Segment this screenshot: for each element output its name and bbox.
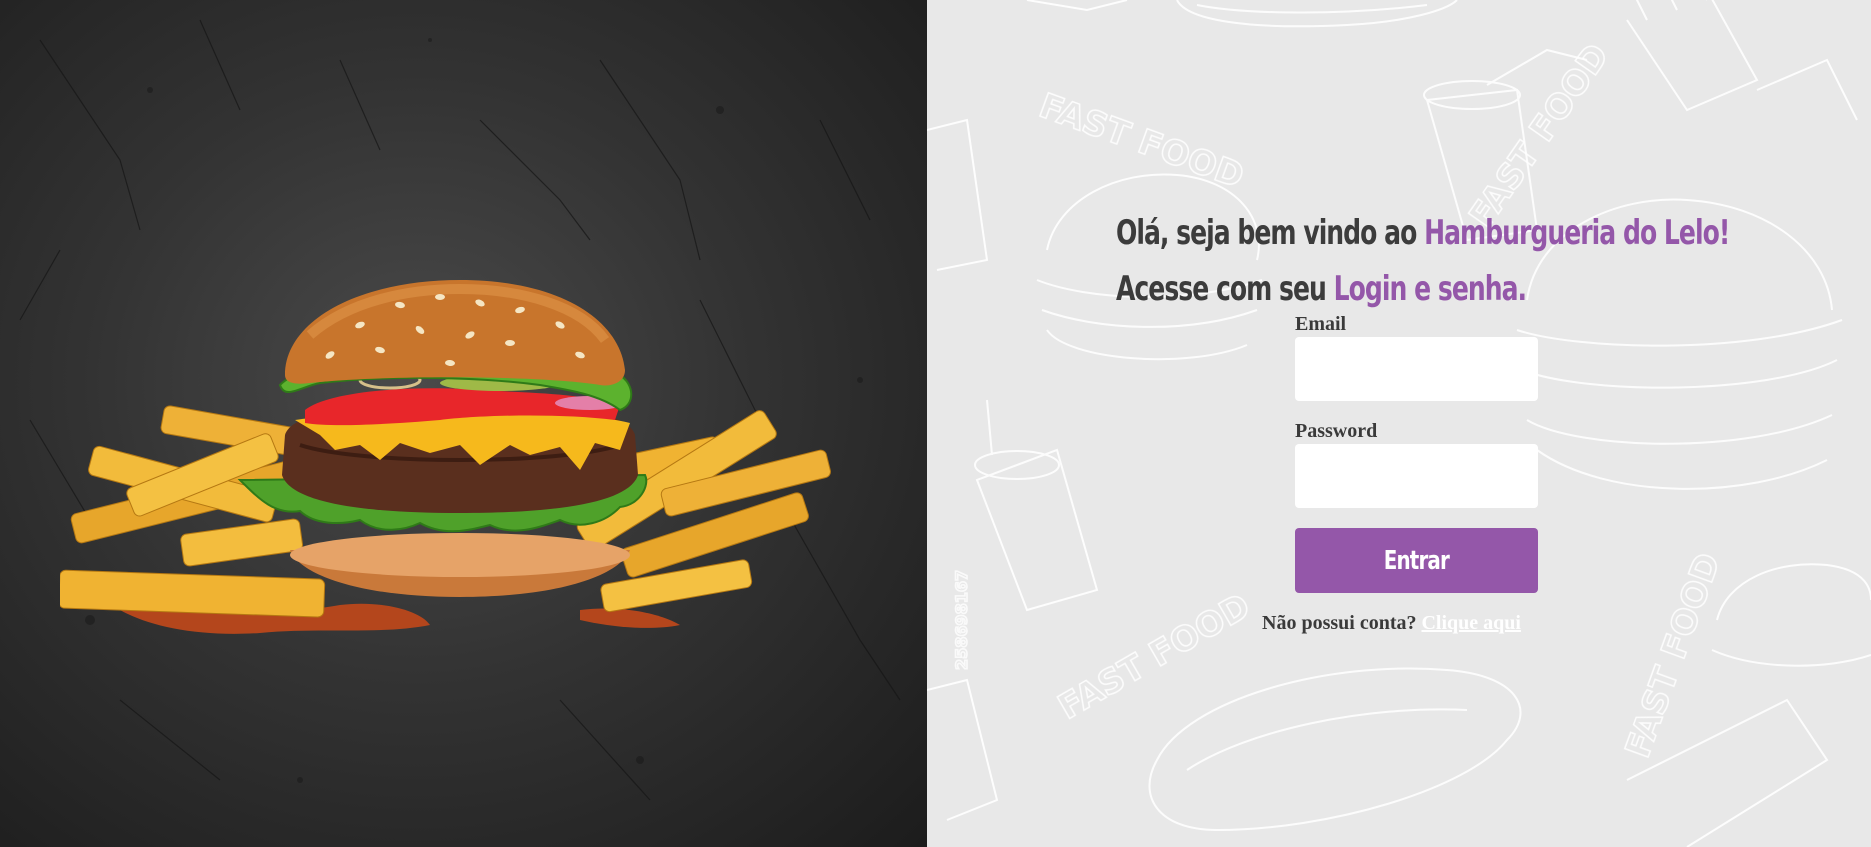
email-label: Email bbox=[1295, 313, 1347, 335]
signup-link[interactable]: Clique aqui bbox=[1421, 612, 1520, 634]
login-button-label: Entrar bbox=[1383, 545, 1450, 576]
welcome-line-1: Olá, seja bem vindo ao Hamburgueria do L… bbox=[1116, 213, 1730, 253]
login-form: Email Password Entrar bbox=[1286, 313, 1546, 593]
password-field[interactable] bbox=[1295, 444, 1538, 508]
hero-image-panel bbox=[0, 0, 927, 847]
email-field[interactable] bbox=[1295, 337, 1538, 401]
login-page: FAST FOOD FAST FOOD FAST FOOD FAST FOOD … bbox=[0, 0, 1871, 847]
signup-prompt: Não possui conta? Clique aqui bbox=[1262, 612, 1521, 635]
burger-and-fries-illustration bbox=[60, 280, 831, 634]
brand-name: Hamburgueria do Lelo! bbox=[1424, 213, 1730, 253]
welcome-text: Olá, seja bem vindo ao bbox=[1116, 213, 1425, 253]
signup-text: Não possui conta? bbox=[1262, 612, 1417, 634]
login-hint-accent: Login e senha. bbox=[1333, 269, 1527, 309]
login-button[interactable]: Entrar bbox=[1295, 528, 1538, 593]
login-panel: FAST FOOD FAST FOOD FAST FOOD FAST FOOD … bbox=[927, 0, 1871, 847]
access-text: Acesse com seu bbox=[1116, 269, 1334, 309]
welcome-heading: Olá, seja bem vindo ao Hamburgueria do L… bbox=[1116, 205, 1730, 317]
welcome-line-2: Acesse com seu Login e senha. bbox=[1116, 269, 1527, 309]
password-label: Password bbox=[1295, 420, 1378, 442]
login-content: Olá, seja bem vindo ao Hamburgueria do L… bbox=[927, 0, 1871, 847]
